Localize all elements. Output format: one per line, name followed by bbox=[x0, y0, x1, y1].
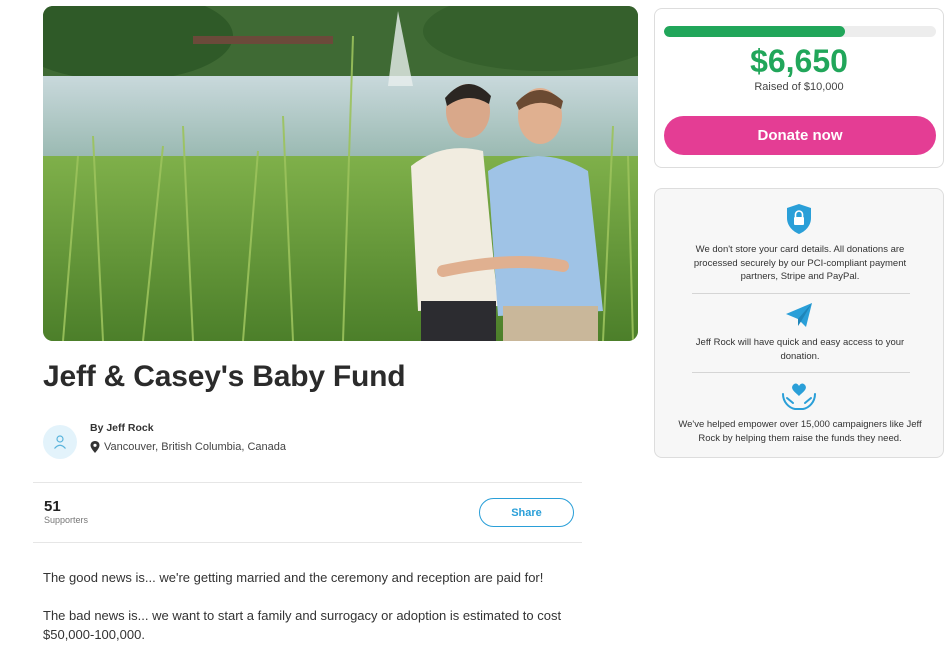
goal-text: Raised of $10,000 bbox=[754, 81, 844, 93]
organizer-name: By Jeff Rock bbox=[90, 422, 154, 434]
campaign-hero-image bbox=[43, 6, 638, 341]
donation-card: $6,650 Raised of $10,000 Donate now bbox=[654, 8, 944, 168]
paper-plane-icon bbox=[786, 303, 812, 327]
hands-heart-icon bbox=[782, 383, 816, 410]
raised-amount: $6,650 bbox=[750, 43, 848, 79]
progress-bar bbox=[664, 26, 936, 37]
divider bbox=[692, 372, 910, 373]
divider bbox=[33, 542, 582, 543]
share-button[interactable]: Share bbox=[479, 498, 574, 527]
location-text: Vancouver, British Columbia, Canada bbox=[104, 441, 287, 453]
story-paragraph: The bad news is... we want to start a fa… bbox=[43, 608, 562, 642]
trust-text-access: Jeff Rock will have quick and easy acces… bbox=[695, 337, 905, 362]
supporters-count: 51 bbox=[44, 498, 61, 515]
supporters-label: Supporters bbox=[44, 515, 89, 525]
divider bbox=[33, 482, 582, 483]
organizer-avatar bbox=[43, 425, 77, 459]
trust-info-card: We don't store your card details. All do… bbox=[654, 188, 944, 458]
user-icon bbox=[54, 435, 66, 449]
campaign-title: Jeff & Casey's Baby Fund bbox=[43, 360, 406, 393]
divider bbox=[692, 293, 910, 294]
map-pin-icon bbox=[90, 441, 100, 453]
campaign-location: Vancouver, British Columbia, Canada bbox=[90, 441, 286, 453]
progress-fill bbox=[664, 26, 845, 37]
story-paragraph: The good news is... we're getting marrie… bbox=[43, 570, 544, 585]
shield-lock-icon bbox=[787, 204, 811, 234]
trust-text-impact: We've helped empower over 15,000 campaig… bbox=[678, 419, 922, 444]
donate-now-button[interactable]: Donate now bbox=[664, 116, 936, 155]
trust-text-security: We don't store your card details. All do… bbox=[693, 244, 907, 282]
